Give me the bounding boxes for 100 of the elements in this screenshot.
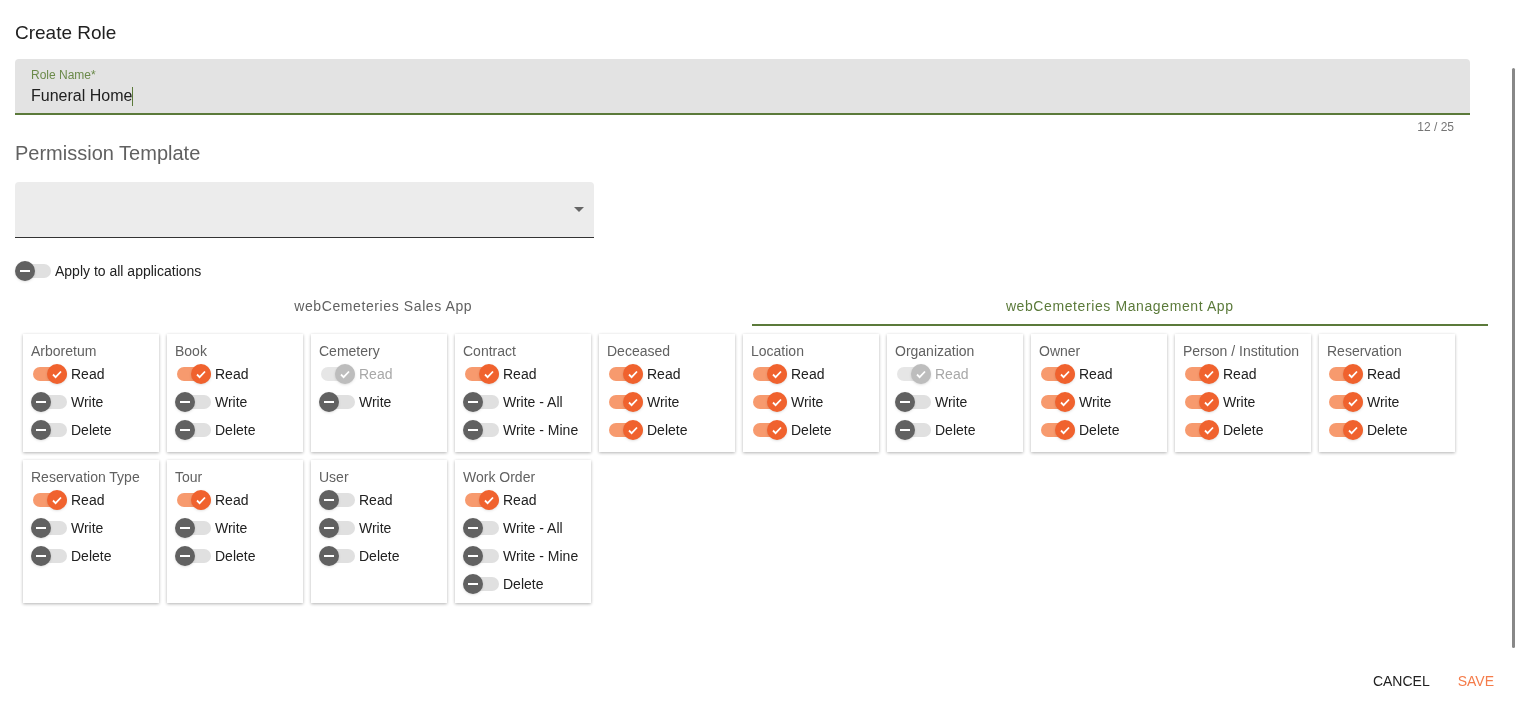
permission-label: Write xyxy=(1079,392,1112,412)
toggle-switch[interactable] xyxy=(463,363,499,385)
toggle-switch[interactable] xyxy=(607,419,643,441)
toggle-switch[interactable] xyxy=(751,363,787,385)
toggle-switch[interactable] xyxy=(31,391,67,413)
card-title: Deceased xyxy=(607,343,672,360)
minus-icon xyxy=(468,527,478,529)
toggle-switch[interactable] xyxy=(463,391,499,413)
toggle-switch[interactable] xyxy=(607,363,643,385)
dialog-action-button[interactable]: CANCEL xyxy=(1361,667,1441,695)
card-title: Contract xyxy=(463,343,517,360)
toggle-switch[interactable] xyxy=(175,489,211,511)
toggle-switch[interactable] xyxy=(1327,363,1363,385)
minus-icon xyxy=(324,527,334,529)
permission-label: Read xyxy=(215,364,249,384)
card-title: Work Order xyxy=(463,469,537,486)
minus-icon xyxy=(468,429,478,431)
toggle-switch[interactable] xyxy=(895,391,931,413)
permission-label: Write - Mine xyxy=(503,546,579,566)
permission-label: Read xyxy=(503,364,537,384)
permission-label: Write xyxy=(1367,392,1400,412)
toggle-switch[interactable] xyxy=(463,517,499,539)
permission-label: Write xyxy=(359,518,392,538)
minus-icon xyxy=(468,401,478,403)
permission-label: Delete xyxy=(71,546,112,566)
toggle-switch[interactable] xyxy=(1039,419,1075,441)
toggle-switch[interactable] xyxy=(463,419,499,441)
check-icon xyxy=(771,368,783,380)
permission-label: Delete xyxy=(791,420,832,440)
toggle-switch[interactable] xyxy=(175,419,211,441)
toggle-switch[interactable] xyxy=(31,419,67,441)
check-icon xyxy=(483,494,495,506)
permission-label: Read xyxy=(71,490,105,510)
card-title: Organization xyxy=(895,343,976,360)
permission-label: Read xyxy=(935,364,969,384)
toggle-switch[interactable] xyxy=(463,545,499,567)
toggle-switch[interactable] xyxy=(31,517,67,539)
card-title: Person / Institution xyxy=(1183,343,1300,360)
minus-icon xyxy=(36,555,46,557)
toggle-switch[interactable] xyxy=(1183,391,1219,413)
toggle-switch[interactable] xyxy=(175,363,211,385)
check-icon xyxy=(627,368,639,380)
toggle-switch[interactable] xyxy=(1183,363,1219,385)
check-icon xyxy=(195,494,207,506)
minus-icon xyxy=(180,555,190,557)
card-title: Arboretum xyxy=(31,343,98,360)
minus-icon xyxy=(36,429,46,431)
app-tab[interactable]: webCemeteries Sales App xyxy=(15,288,752,326)
permission-label: Delete xyxy=(71,420,112,440)
toggle-switch[interactable] xyxy=(463,489,499,511)
card-title: Tour xyxy=(175,469,204,486)
toggle-switch[interactable] xyxy=(175,545,211,567)
toggle-switch[interactable] xyxy=(31,489,67,511)
minus-icon xyxy=(36,527,46,529)
section-heading: Permission Template xyxy=(15,141,202,166)
toggle-switch[interactable] xyxy=(319,545,355,567)
toggle-switch[interactable] xyxy=(175,391,211,413)
toggle-switch[interactable] xyxy=(895,419,931,441)
minus-icon xyxy=(180,527,190,529)
toggle-label: Apply to all applications xyxy=(55,261,202,281)
minus-icon xyxy=(468,555,478,557)
toggle-switch[interactable] xyxy=(31,363,67,385)
check-icon xyxy=(1059,396,1071,408)
role-name-field[interactable]: Role Name* Funeral Home xyxy=(15,59,1470,115)
permission-label: Read xyxy=(71,364,105,384)
check-icon xyxy=(771,424,783,436)
permission-label: Read xyxy=(1223,364,1257,384)
app-tab[interactable]: webCemeteries Management App xyxy=(751,288,1488,326)
toggle-switch[interactable] xyxy=(463,573,499,595)
permission-label: Delete xyxy=(215,546,256,566)
minus-icon xyxy=(468,583,478,585)
toggle-switch[interactable] xyxy=(31,545,67,567)
card-title: Owner xyxy=(1039,343,1082,360)
toggle-switch[interactable] xyxy=(1039,363,1075,385)
permission-label: Write - Mine xyxy=(503,420,579,440)
permission-label: Write xyxy=(1223,392,1256,412)
toggle-switch[interactable] xyxy=(751,419,787,441)
check-icon xyxy=(1203,424,1215,436)
toggle-switch[interactable] xyxy=(607,391,643,413)
card-title: Book xyxy=(175,343,208,360)
toggle-switch[interactable] xyxy=(1183,419,1219,441)
permission-label: Delete xyxy=(935,420,976,440)
toggle-switch[interactable] xyxy=(1327,419,1363,441)
toggle-switch[interactable] xyxy=(1327,391,1363,413)
toggle-switch[interactable] xyxy=(175,517,211,539)
toggle-switch[interactable] xyxy=(751,391,787,413)
check-icon xyxy=(195,368,207,380)
permission-label: Write xyxy=(215,518,248,538)
minus-icon xyxy=(180,401,190,403)
toggle-switch[interactable] xyxy=(319,489,355,511)
permission-label: Write xyxy=(935,392,968,412)
permission-label: Write xyxy=(791,392,824,412)
toggle-switch[interactable] xyxy=(319,517,355,539)
character-counter: 12 / 25 xyxy=(1417,119,1454,136)
toggle-switch[interactable] xyxy=(15,260,51,282)
toggle-switch[interactable] xyxy=(1039,391,1075,413)
permission-label: Read xyxy=(503,490,537,510)
toggle-switch[interactable] xyxy=(319,391,355,413)
permission-label: Write xyxy=(71,518,104,538)
check-icon xyxy=(1347,396,1359,408)
